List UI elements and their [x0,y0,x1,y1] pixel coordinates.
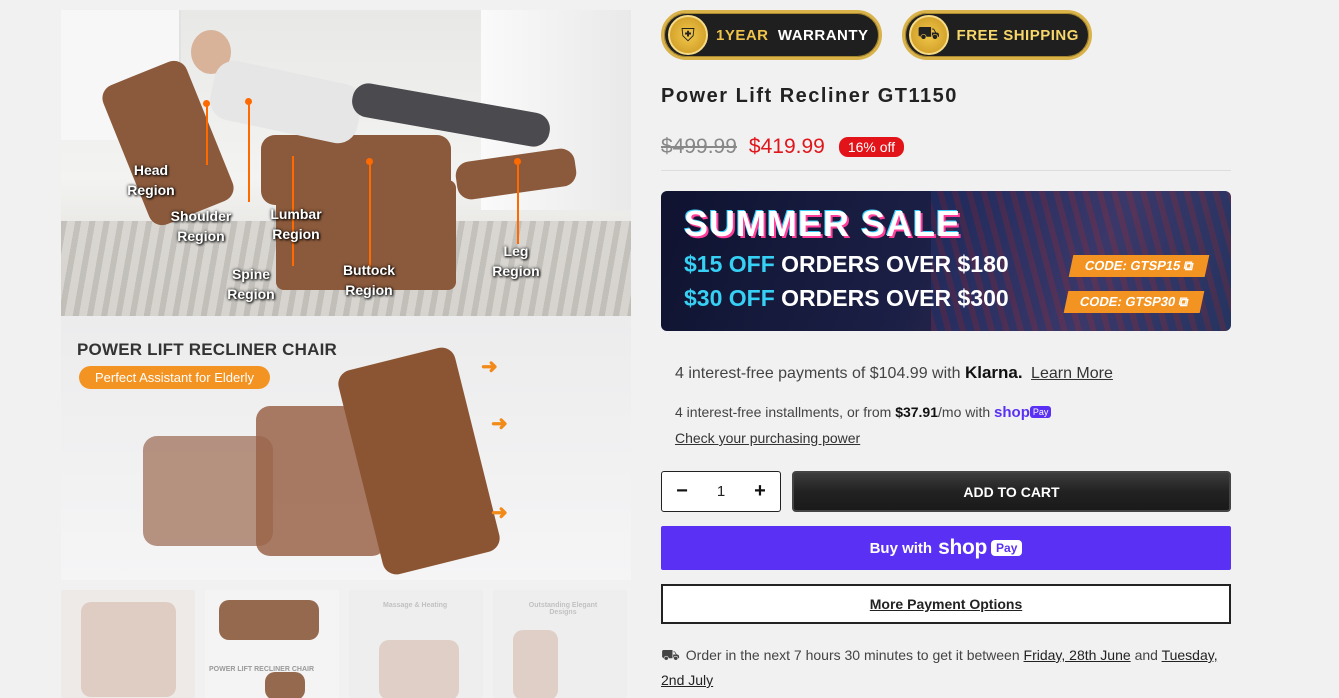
label-lumbar-region: Lumbar Region [270,206,322,242]
buy-with-prefix: Buy with [869,539,933,557]
price-row: $499.99 $419.99 16% off [661,132,1231,162]
delivery-estimate: ⛟ Order in the next 7 hours 30 minutes t… [661,643,1231,693]
arrow-icon: ➜ [491,502,508,524]
offer-1-amount: $15 OFF [684,251,775,277]
sale-price: $419.99 [748,135,825,158]
thumbnail-3[interactable]: Massage & Heating [349,590,483,698]
add-to-cart-row: − 1 + ADD TO CART [661,471,1231,512]
truck-icon: ⛟ [908,15,949,55]
klarna-learn-more-link[interactable]: Learn More [1031,365,1113,382]
product-page: Head Region Shoulder Region Spine Region… [0,0,1339,698]
hero2-pill: Perfect Assistant for Elderly [79,366,270,389]
divider [661,170,1231,171]
delivery-text: Order in the next 7 hours 30 minutes to … [685,647,1020,663]
label-buttock-region: Buttock Region [342,262,396,298]
trust-badges: ⛨ 1YEAR WARRANTY ⛟ FREE SHIPPING [661,10,1231,62]
coupon-code-1[interactable]: CODE: GTSP15 ⧉ [1068,255,1210,277]
check-purchasing-power-link[interactable]: Check your purchasing power [675,430,860,446]
quantity-value[interactable]: 1 [717,483,725,500]
warranty-badge: ⛨ 1YEAR WARRANTY [661,10,882,60]
truck-icon: ⛟ [661,647,680,664]
person-torso [206,57,366,147]
thumbnail-4[interactable]: Outstanding Elegant Designs [493,590,627,698]
pay-tag: Pay [991,540,1023,556]
thumbnail-strip: POWER LIFT RECLINER CHAIR Massage & Heat… [61,590,631,698]
delivery-date-start: Friday, 28th June [1023,647,1131,663]
offer-line-2: $30 OFF ORDERS OVER $300 [684,285,1009,312]
label-shoulder-region: Shoulder Region [170,208,232,244]
shoulder-dot [245,98,252,105]
thumbnail-2[interactable]: POWER LIFT RECLINER CHAIR [205,590,339,698]
klarna-text: 4 interest-free payments of $104.99 with [675,365,961,382]
increase-quantity-button[interactable]: + [752,480,768,503]
compare-at-price: $499.99 [661,135,737,158]
label-leg-region: Leg Region [492,243,540,279]
thumbnail-1[interactable] [61,590,195,698]
shop-logo: shop [938,536,988,559]
thumb4-text: Outstanding Elegant Designs [528,602,598,616]
chair-position-1 [143,436,273,546]
buy-with-shoppay-button[interactable]: Buy with shop Pay [661,526,1231,570]
shoppay-pay-tag: Pay [1029,406,1052,418]
buttock-dot [366,158,373,165]
offer-1-condition: ORDERS OVER $180 [781,251,1009,277]
shoppay-logo: shop [994,404,1030,421]
leg-dot [514,158,521,165]
offer-2-amount: $30 OFF [684,285,775,311]
warranty-prefix: 1YEAR [716,26,769,44]
shoulder-leader [248,102,250,202]
klarna-message: 4 interest-free payments of $104.99 with… [675,363,1231,383]
shield-icon: ⛨ [668,15,708,55]
head-dot [203,100,210,107]
secondary-product-image[interactable]: POWER LIFT RECLINER CHAIR Perfect Assist… [61,316,631,580]
label-head-region: Head Region [127,162,175,198]
shipping-label: FREE SHIPPING [956,26,1079,44]
head-leader [206,105,208,165]
delivery-and: and [1134,647,1158,663]
product-gallery: Head Region Shoulder Region Spine Region… [61,10,631,698]
banner-headline: SUMMER SALE [684,203,962,244]
arrow-icon: ➜ [491,413,508,435]
product-info: ⛨ 1YEAR WARRANTY ⛟ FREE SHIPPING Power L… [661,10,1231,693]
add-to-cart-button[interactable]: ADD TO CART [792,471,1231,512]
label-spine-region: Spine Region [227,266,275,302]
shoppay-amount: $37.91 [895,404,939,420]
discount-badge: 16% off [838,137,905,157]
warranty-label: WARRANTY [777,26,869,44]
shoppay-text-after: /mo with [938,404,991,420]
hero2-title: POWER LIFT RECLINER CHAIR [77,340,337,359]
product-title: Power Lift Recliner GT1150 [661,85,958,107]
summer-sale-banner: SUMMER SALE $15 OFF ORDERS OVER $180 $30… [661,191,1231,331]
arrow-icon: ➜ [481,356,498,378]
coupon-code-2[interactable]: CODE: GTSP30 ⧉ [1063,291,1205,313]
quantity-stepper: − 1 + [661,471,781,512]
leg-leader [517,162,519,244]
shipping-badge: ⛟ FREE SHIPPING [901,10,1092,60]
offer-line-1: $15 OFF ORDERS OVER $180 [684,251,1009,278]
decrease-quantity-button[interactable]: − [674,480,690,503]
klarna-logo: Klarna. [964,363,1023,382]
buttock-leader [369,162,371,272]
main-product-image[interactable]: Head Region Shoulder Region Spine Region… [61,10,631,316]
shoppay-text-before: 4 interest-free installments, or from [675,404,892,420]
offer-2-condition: ORDERS OVER $300 [781,285,1009,311]
shoppay-installments: 4 interest-free installments, or from $3… [675,404,1231,421]
more-payment-options-button[interactable]: More Payment Options [661,584,1231,624]
thumb3-text: Massage & Heating [383,602,448,609]
